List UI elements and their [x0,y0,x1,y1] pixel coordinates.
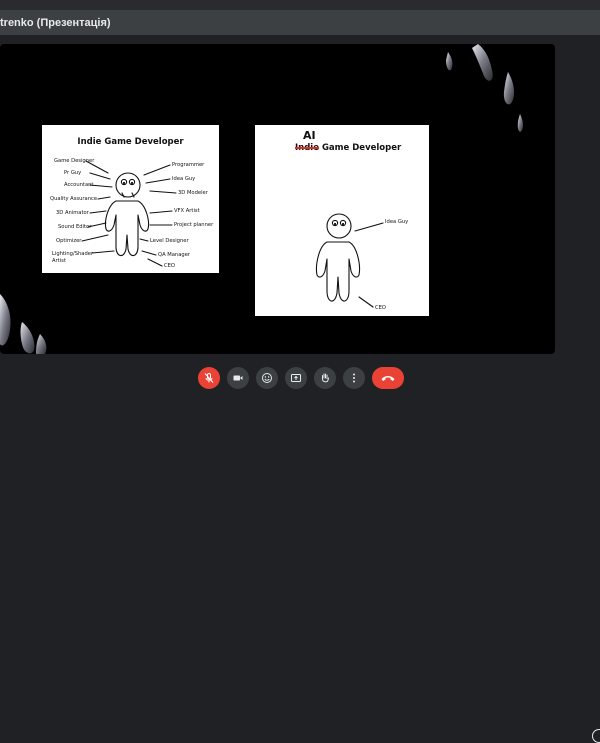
label-pr-guy: Pr Guy [64,170,82,176]
present-screen-button[interactable] [285,367,307,389]
slide-heading: Indie Game Developer [295,143,401,153]
label-lighting-shader-artist: Lighting/Shader Artist [52,251,94,264]
more-options-icon [353,373,355,383]
slide-indie-developer: Indie Game Developer Game Designer Pr Gu… [42,125,219,273]
camera-icon [233,375,243,381]
presentation-stage: Indie Game Developer Game Designer Pr Gu… [0,44,555,354]
info-icon[interactable] [592,729,600,743]
label-project-planner: Project planner [174,222,214,228]
slide-ai-developer: AI Indie Game Developer Idea Guy CEO [255,125,429,316]
label-3d-animator: 3D Animator [56,210,89,216]
more-options-button[interactable] [343,367,365,389]
label-ceo: CEO [375,305,386,311]
camera-toggle-button[interactable] [227,367,249,389]
strikethrough-word: Indie [295,143,319,153]
emoji-reactions-button[interactable] [256,367,278,389]
mic-toggle-button[interactable] [198,367,220,389]
label-vfx-artist: VFX Artist [174,208,200,214]
raise-hand-button[interactable] [314,367,336,389]
label-level-designer: Level Designer [150,238,189,244]
end-call-icon [381,376,395,381]
mic-off-icon [204,373,214,383]
present-screen-icon [291,374,301,382]
label-quality-assurance: Quality Assurance [50,196,98,202]
heading-rest: Game Developer [321,143,402,153]
ai-word: AI [303,129,316,142]
label-idea-guy: Idea Guy [172,176,196,182]
label-accountant: Accountant [64,182,94,188]
raise-hand-icon [322,373,329,383]
label-ceo: CEO [164,263,175,269]
label-game-designer: Game Designer [54,158,95,164]
browser-top-strip [0,0,600,11]
label-optimizer: Optimizer [56,238,82,244]
label-qa-manager: QA Manager [158,252,191,258]
emoji-icon [262,373,272,383]
title-bar: trenko (Презентація) [0,11,600,35]
slide-heading: Indie Game Developer [77,137,184,147]
label-3d-modeler: 3D Modeler [178,190,208,196]
call-controls-bar [0,360,600,743]
presentation-title: trenko (Презентація) [0,17,111,29]
label-sound-editor: Sound Editor [58,224,92,230]
side-panel-edge [555,44,600,354]
label-idea-guy: Idea Guy [385,219,409,225]
end-call-button[interactable] [372,367,404,389]
label-programmer: Programmer [172,162,205,168]
